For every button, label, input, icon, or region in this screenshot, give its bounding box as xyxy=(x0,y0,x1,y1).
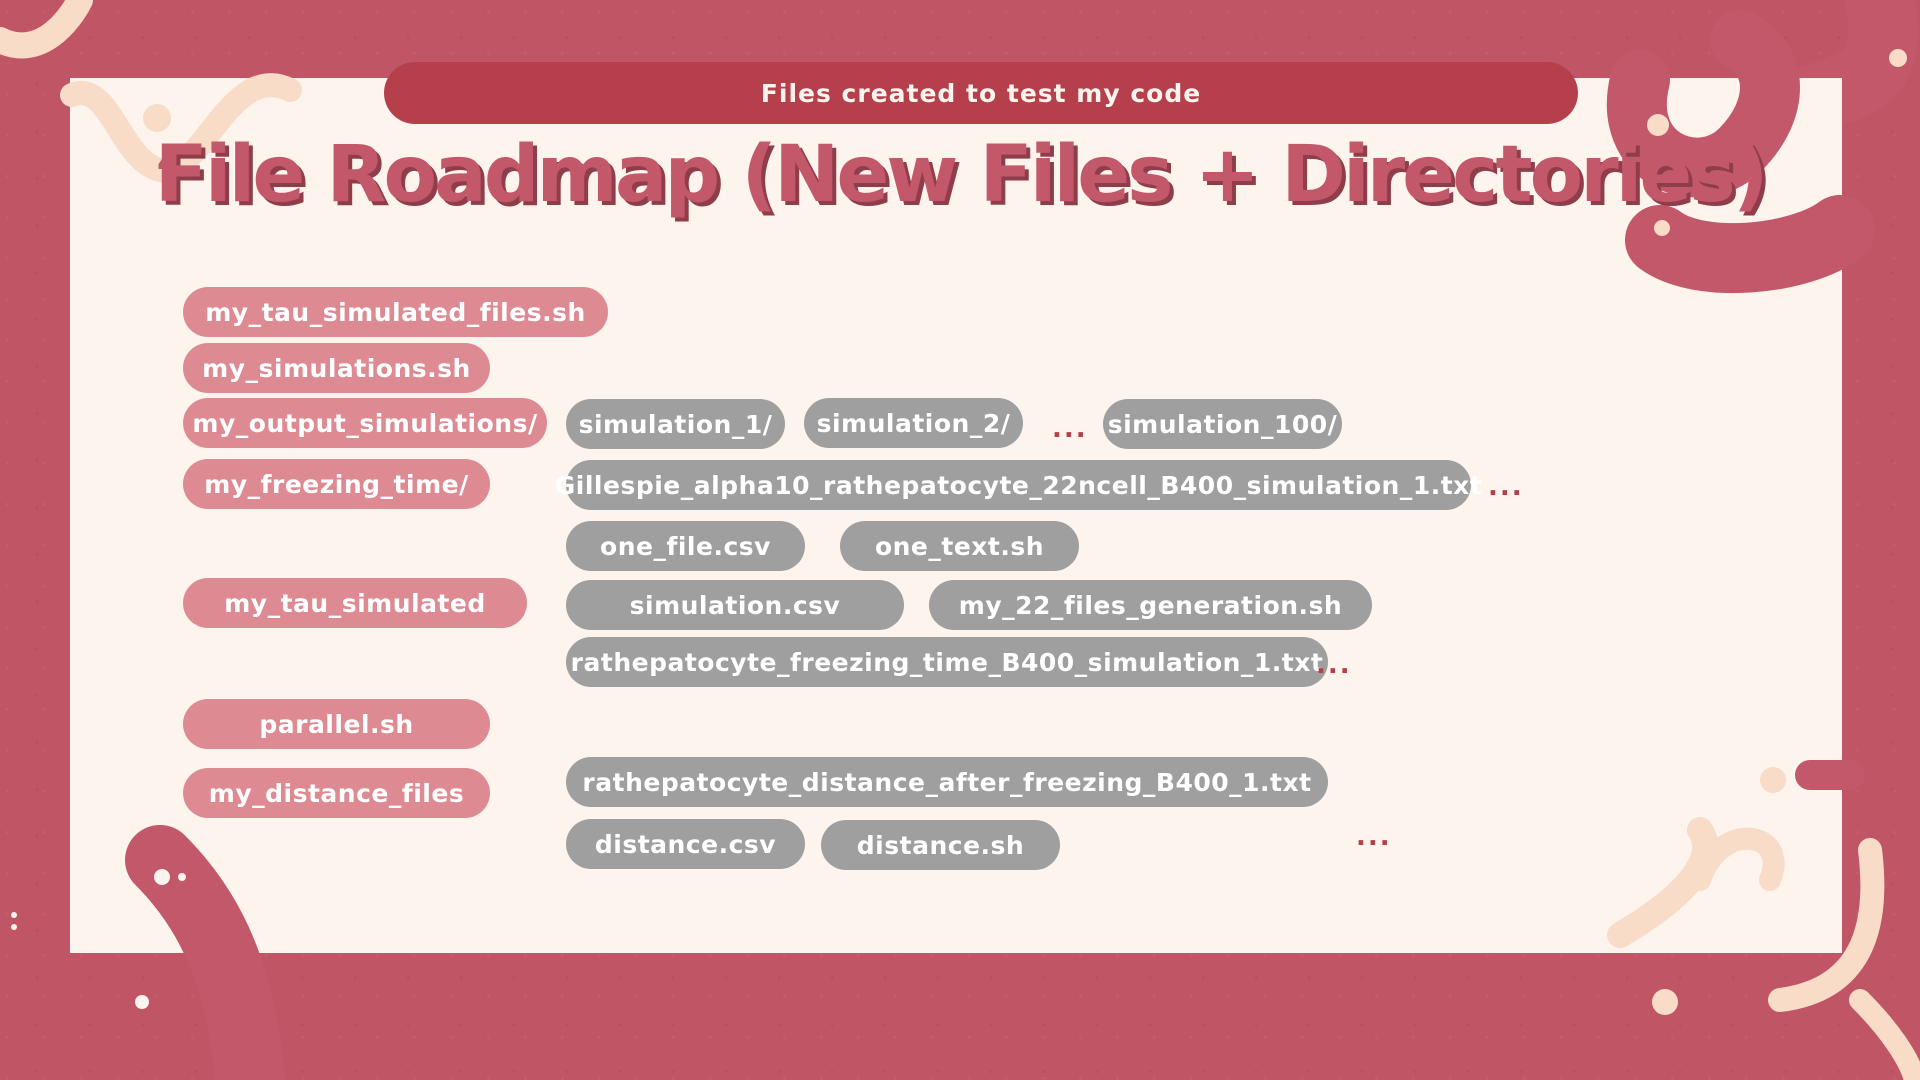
file-distance-sh: distance.sh xyxy=(821,820,1060,870)
dir-simulation-1: simulation_1/ xyxy=(566,399,785,449)
dir-my-tau-simulated: my_tau_simulated xyxy=(183,578,527,628)
file-one-file-csv: one_file.csv xyxy=(566,521,805,571)
file-parallel-sh: parallel.sh xyxy=(183,699,490,749)
dir-my-output-simulations: my_output_simulations/ xyxy=(183,398,547,448)
file-my-22-files-generation-sh: my_22_files_generation.sh xyxy=(929,580,1372,630)
file-gillespie-simulation-1-txt: Gillespie_alpha10_rathepatocyte_22ncell_… xyxy=(555,460,1482,510)
ellipsis-tau-simulated: ... xyxy=(1316,650,1352,680)
dir-my-distance-files: my_distance_files xyxy=(183,768,490,818)
page-title: File Roadmap (New Files + Directories) xyxy=(154,130,1769,220)
file-rathepatocyte-distance-txt: rathepatocyte_distance_after_freezing_B4… xyxy=(566,757,1328,807)
ellipsis-distance-files: ... xyxy=(1356,822,1392,852)
dir-my-freezing-time: my_freezing_time/ xyxy=(183,459,490,509)
banner-subtitle: Files created to test my code xyxy=(384,62,1578,124)
file-my-simulations-sh: my_simulations.sh xyxy=(183,343,490,393)
file-distance-csv: distance.csv xyxy=(566,819,805,869)
file-my-tau-simulated-files-sh: my_tau_simulated_files.sh xyxy=(183,287,608,337)
ellipsis-simulations: ... xyxy=(1052,414,1088,444)
dir-simulation-2: simulation_2/ xyxy=(804,398,1023,448)
dir-simulation-100: simulation_100/ xyxy=(1103,399,1342,449)
file-one-text-sh: one_text.sh xyxy=(840,521,1079,571)
ellipsis-freezing-time: ... xyxy=(1488,472,1524,502)
file-rathepatocyte-freezing-time-txt: rathepatocyte_freezing_time_B400_simulat… xyxy=(566,637,1328,687)
file-simulation-csv: simulation.csv xyxy=(566,580,904,630)
